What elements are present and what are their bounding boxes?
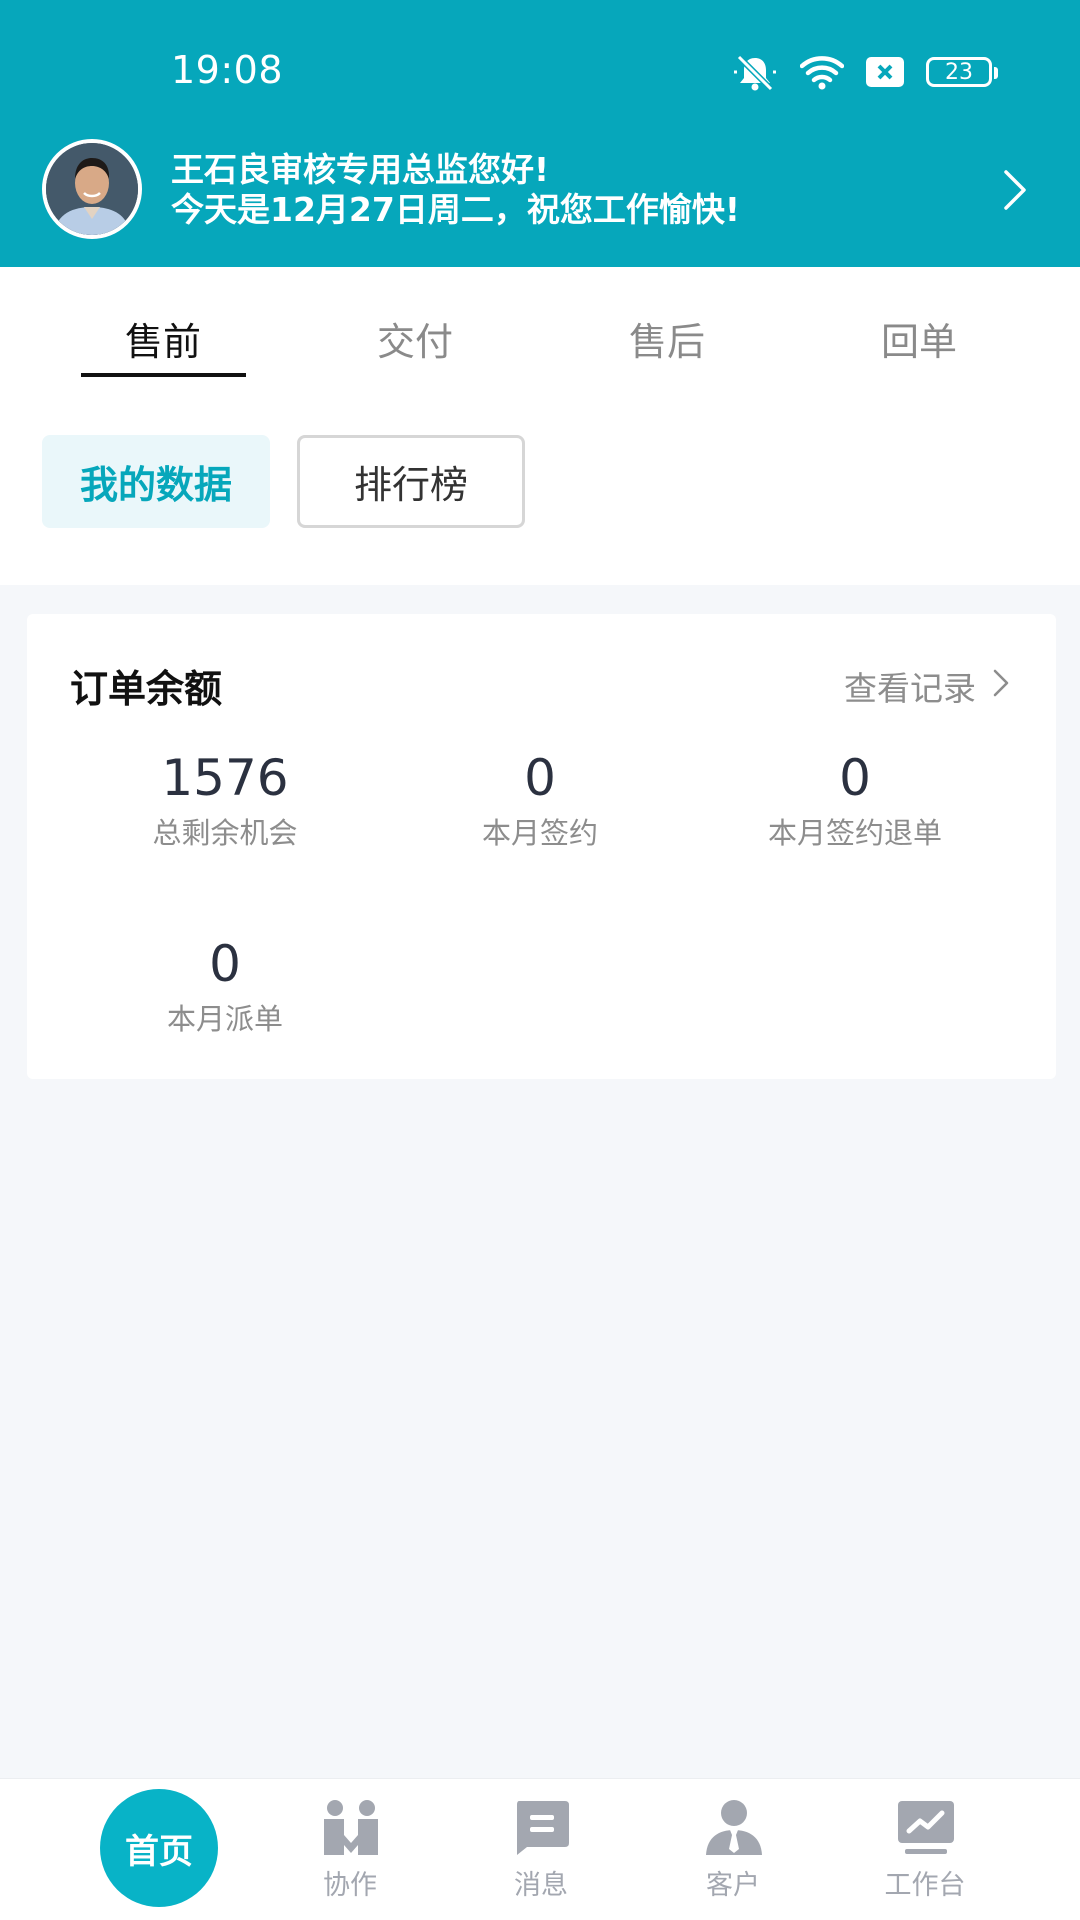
leaderboard-button[interactable]: 排行榜 xyxy=(297,435,525,528)
bell-muted-icon xyxy=(732,52,778,92)
app-header: 19:08 23 王石良审核专用总监您好! 今天是12月27日周二，祝您工作愉快… xyxy=(0,0,1080,267)
tab-receipt[interactable]: 回单 xyxy=(793,311,1045,366)
message-icon xyxy=(513,1799,571,1861)
view-records-link[interactable]: 查看记录 xyxy=(844,662,1010,710)
nav-collab[interactable]: 协作 xyxy=(280,1779,420,1920)
stat-label: 总剩余机会 xyxy=(152,816,298,850)
greeting-title: 王石良审核专用总监您好! xyxy=(171,150,550,189)
stat-monthly-signed[interactable]: 0 本月签约 xyxy=(410,750,670,852)
stat-monthly-signed-refund[interactable]: 0 本月签约退单 xyxy=(725,750,985,852)
tab-presale[interactable]: 售前 xyxy=(37,311,289,366)
greeting-text: 王石良审核专用总监您好! 今天是12月27日周二，祝您工作愉快! xyxy=(171,150,740,230)
wifi-icon xyxy=(800,53,844,91)
nav-collab-label: 协作 xyxy=(323,1870,377,1901)
nav-workbench[interactable]: 工作台 xyxy=(855,1779,995,1920)
stat-label: 本月签约退单 xyxy=(767,816,942,850)
greeting-date: 今天是12月27日周二，祝您工作愉快! xyxy=(171,190,740,229)
stat-label: 本月派单 xyxy=(166,1002,283,1036)
nav-customers[interactable]: 客户 xyxy=(663,1779,803,1920)
stat-monthly-dispatch[interactable]: 0 本月派单 xyxy=(95,936,355,1038)
view-records-label: 查看记录 xyxy=(844,669,976,708)
stat-value: 1576 xyxy=(161,749,289,807)
customer-icon xyxy=(705,1799,763,1861)
stat-value: 0 xyxy=(839,749,871,807)
stat-total-remaining[interactable]: 1576 总剩余机会 xyxy=(95,750,355,852)
greeting-row[interactable]: 王石良审核专用总监您好! 今天是12月27日周二，祝您工作愉快! xyxy=(0,136,1080,242)
main-tabs: 售前 交付 售后 回单 xyxy=(0,267,1080,377)
stat-label: 本月签约 xyxy=(481,816,598,850)
nav-messages[interactable]: 消息 xyxy=(471,1779,611,1920)
nav-workbench-label: 工作台 xyxy=(884,1870,966,1901)
avatar[interactable] xyxy=(42,139,142,239)
stat-value: 0 xyxy=(209,935,241,993)
status-icons: 23 xyxy=(732,52,998,92)
order-balance-card: 订单余额 查看记录 1576 总剩余机会 0 本月签约 0 本月签约退单 0 本… xyxy=(27,614,1056,1079)
tab-aftersale[interactable]: 售后 xyxy=(541,311,793,366)
workbench-chart-icon xyxy=(897,1799,955,1861)
nav-home-button[interactable]: 首页 xyxy=(100,1789,218,1907)
bottom-nav: 首页 协作 消息 客户 工作台 xyxy=(0,1778,1080,1920)
collab-icon xyxy=(322,1799,380,1861)
tab-delivery[interactable]: 交付 xyxy=(289,311,541,366)
sim-error-icon xyxy=(866,57,904,87)
chevron-right-icon xyxy=(992,667,1010,706)
nav-messages-label: 消息 xyxy=(514,1870,568,1901)
battery-level: 23 xyxy=(945,59,973,85)
my-data-button[interactable]: 我的数据 xyxy=(42,435,270,528)
stat-value: 0 xyxy=(524,749,556,807)
active-tab-indicator xyxy=(81,373,246,377)
status-bar: 19:08 23 xyxy=(0,0,1080,140)
battery-icon: 23 xyxy=(926,57,998,87)
status-time: 19:08 xyxy=(171,48,284,92)
nav-customers-label: 客户 xyxy=(706,1870,760,1901)
tab-panel: 售前 交付 售后 回单 我的数据 排行榜 xyxy=(0,267,1080,585)
card-title: 订单余额 xyxy=(70,667,223,711)
chevron-right-icon[interactable] xyxy=(1002,168,1028,216)
